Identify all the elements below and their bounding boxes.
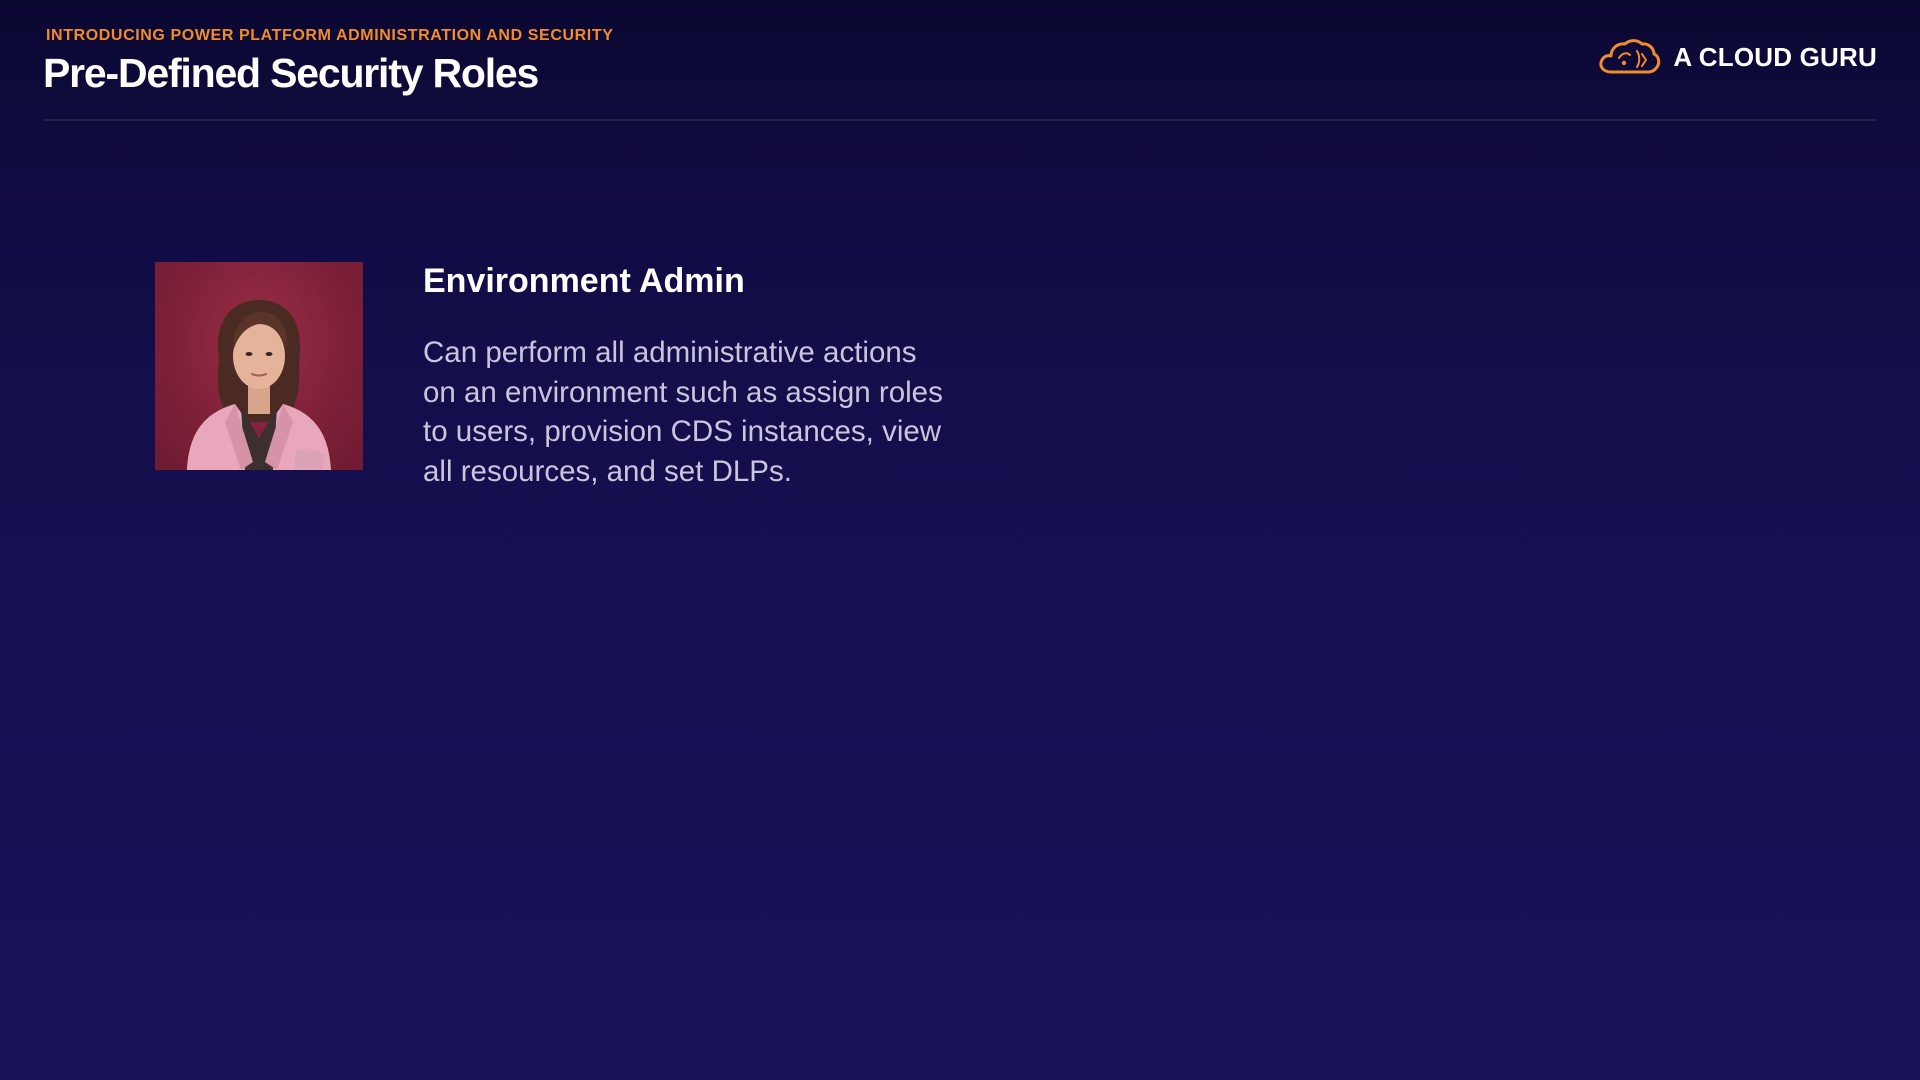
brand-name: A CLOUD GURU (1673, 41, 1877, 72)
role-title: Environment Admin (423, 262, 745, 300)
header-divider (43, 119, 1877, 121)
role-card: Environment Admin Can perform all admini… (155, 262, 955, 542)
page-title: Pre-Defined Security Roles (43, 50, 539, 96)
cloud-icon (1599, 39, 1661, 74)
slide-header: INTRODUCING POWER PLATFORM ADMINISTRATIO… (43, 26, 1877, 120)
course-subtitle: INTRODUCING POWER PLATFORM ADMINISTRATIO… (46, 27, 614, 44)
portrait-photo (155, 262, 363, 470)
brand-logo: A CLOUD GURU (1597, 36, 1877, 78)
role-description: Can perform all administrative actions o… (423, 336, 943, 488)
